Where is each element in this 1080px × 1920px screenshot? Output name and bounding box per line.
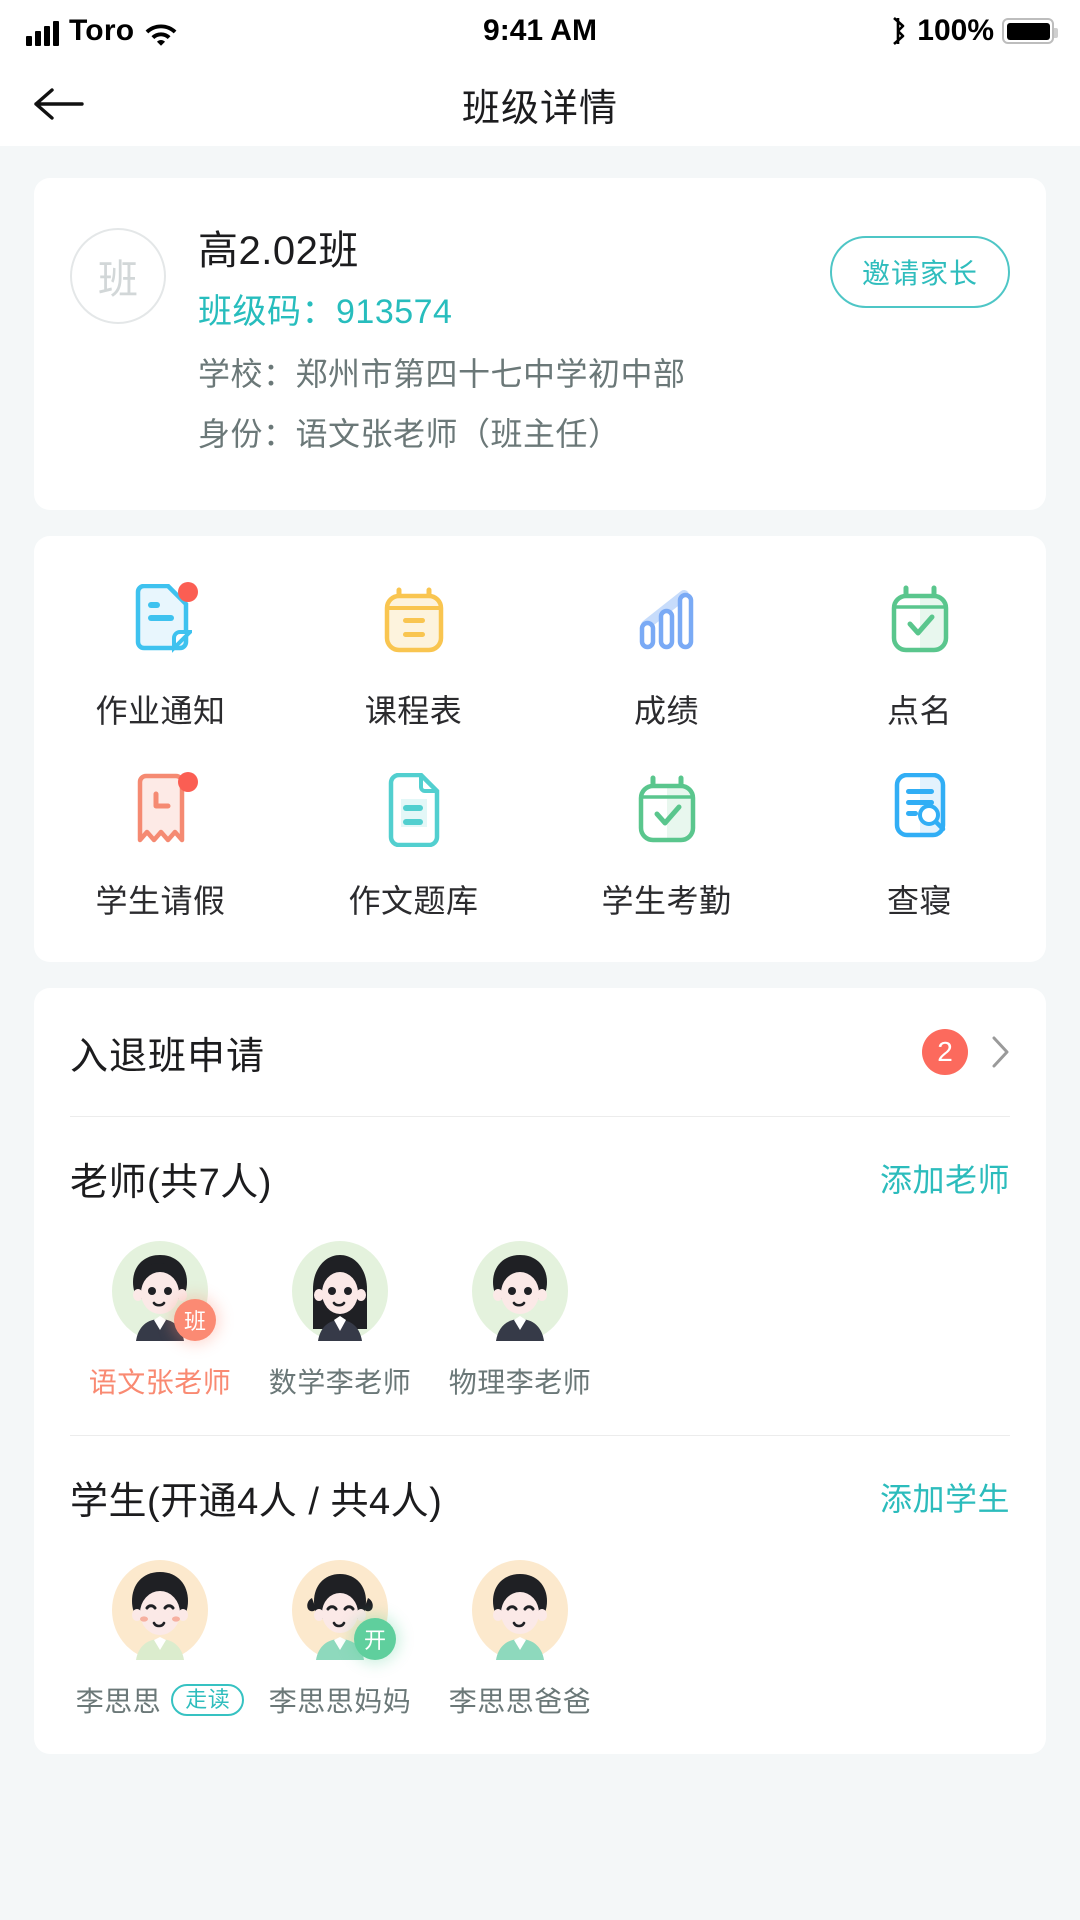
page-title: 班级详情 <box>461 87 618 130</box>
navigation-bar: 班级详情 <box>0 62 1080 146</box>
person-name: 语文张老师 <box>88 1367 232 1398</box>
avatar <box>468 1558 572 1662</box>
class-name: 高2.02班 <box>198 229 359 273</box>
person-name: 李思思 <box>75 1686 162 1717</box>
class-avatar: 班 <box>70 228 166 324</box>
list-item[interactable]: 物理李老师 <box>430 1239 610 1401</box>
feature-label: 作文题库 <box>348 883 479 919</box>
feature-label: 成绩 <box>633 693 699 729</box>
avatar: 开 <box>288 1558 396 1662</box>
feature-item-grades[interactable]: 成绩 <box>540 580 793 732</box>
members-card: 入退班申请 2 老师(共7人) 添加老师 班 语文张老师 数学李老师 物理李老师… <box>34 988 1046 1754</box>
signal-bars-icon <box>26 20 59 46</box>
class-role-value: 语文张老师（班主任） <box>295 416 621 452</box>
class-avatar-label: 班 <box>98 258 138 302</box>
feature-label: 作业通知 <box>95 693 226 729</box>
feature-item-timetable[interactable]: 课程表 <box>287 580 540 732</box>
avatar <box>108 1558 212 1662</box>
person-name: 李思思妈妈 <box>268 1686 412 1717</box>
essay-bank-icon <box>377 770 451 850</box>
feature-item-homework-notice[interactable]: 作业通知 <box>34 580 287 732</box>
status-badge: 2 <box>922 1029 968 1075</box>
dorm-check-icon <box>883 770 957 850</box>
list-item-label: 李思思 走读 <box>76 1680 245 1720</box>
join-leave-application-title: 入退班申请 <box>70 1035 266 1078</box>
chevron-right-icon <box>990 1035 1010 1069</box>
students-section-title: 学生(开通4人 / 共4人) <box>70 1480 443 1523</box>
class-code-label: 班级码： <box>198 293 336 331</box>
notification-dot <box>177 772 198 792</box>
class-info-text: 高2.02班 班级码：913574 学校：郑州市第四十七中学初中部 身份：语文张… <box>198 222 686 464</box>
feature-label: 查寝 <box>886 883 952 919</box>
list-item[interactable]: 数学李老师 <box>250 1239 430 1401</box>
status-bar-left: Toro <box>26 16 178 46</box>
class-school-row: 学校：郑州市第四十七中学初中部 <box>198 344 686 404</box>
list-item-label: 数学李老师 <box>269 1361 412 1401</box>
list-item-label: 李思思妈妈 <box>269 1680 412 1720</box>
feature-item-attendance[interactable]: 学生考勤 <box>540 770 793 922</box>
status-bar-right: 100% <box>889 14 1058 48</box>
feature-label: 学生考勤 <box>601 883 732 919</box>
class-school-value: 郑州市第四十七中学初中部 <box>295 356 686 392</box>
roll-call-icon <box>883 580 957 660</box>
battery-percent-label: 100% <box>917 14 994 47</box>
students-list: 李思思 走读 开 李思思妈妈 李思思爸爸 <box>70 1558 1010 1754</box>
class-role-label: 身份： <box>198 416 296 452</box>
add-teacher-button[interactable]: 添加老师 <box>880 1155 1010 1201</box>
teachers-list: 班 语文张老师 数学李老师 物理李老师 <box>70 1239 1010 1435</box>
list-item-label: 李思思爸爸 <box>449 1680 592 1720</box>
person-name: 数学李老师 <box>268 1367 412 1398</box>
add-student-button[interactable]: 添加学生 <box>880 1474 1010 1520</box>
app-screen: Toro 9:41 AM 100% 班级详情 班 高2.02班 班级码：9135… <box>0 0 1080 1920</box>
person-name: 物理李老师 <box>448 1367 592 1398</box>
invite-parents-button[interactable]: 邀请家长 <box>829 236 1010 308</box>
feature-label: 点名 <box>886 693 952 729</box>
feature-item-roll-call[interactable]: 点名 <box>793 580 1046 732</box>
list-item[interactable]: 李思思爸爸 <box>430 1558 610 1720</box>
join-leave-application-row[interactable]: 入退班申请 2 <box>70 988 1010 1116</box>
join-leave-application-right: 2 <box>922 1029 1010 1075</box>
carrier-label: Toro <box>69 14 135 47</box>
avatar: 班 <box>108 1239 216 1343</box>
attendance-icon <box>630 770 704 850</box>
list-item[interactable]: 班 语文张老师 <box>70 1239 250 1401</box>
bluetooth-icon <box>889 16 909 46</box>
list-item[interactable]: 李思思 走读 <box>70 1558 250 1720</box>
activated-badge: 开 <box>354 1618 396 1660</box>
teachers-section-title: 老师(共7人) <box>70 1161 272 1204</box>
feature-item-student-leave[interactable]: 学生请假 <box>34 770 287 922</box>
feature-label: 课程表 <box>364 693 463 729</box>
avatar <box>288 1239 392 1343</box>
status-bar: Toro 9:41 AM 100% <box>0 0 1080 62</box>
wifi-icon <box>144 20 178 46</box>
teachers-section-header: 老师(共7人) 添加老师 <box>70 1117 1010 1239</box>
class-info-card: 班 高2.02班 班级码：913574 学校：郑州市第四十七中学初中部 身份：语… <box>34 178 1046 510</box>
students-section-header: 学生(开通4人 / 共4人) 添加学生 <box>70 1436 1010 1558</box>
feature-grid: 作业通知 课程表 成绩 点名 学生请假 作文题库 学生考勤 查寝 <box>34 580 1046 926</box>
avatar <box>468 1239 572 1343</box>
battery-full-icon <box>1002 18 1058 44</box>
list-item-label: 物理李老师 <box>449 1361 592 1401</box>
grades-bars-icon <box>630 580 704 660</box>
notification-dot <box>177 582 198 602</box>
class-code-value: 913574 <box>336 293 453 331</box>
student-leave-icon <box>124 770 198 850</box>
class-code-row: 班级码：913574 <box>198 280 686 344</box>
class-role-row: 身份：语文张老师（班主任） <box>198 404 686 464</box>
class-school-label: 学校： <box>198 356 296 392</box>
person-name: 李思思爸爸 <box>448 1686 592 1717</box>
feature-item-dorm-check[interactable]: 查寝 <box>793 770 1046 922</box>
list-item-label: 语文张老师 <box>89 1361 232 1401</box>
status-badge: 走读 <box>171 1684 245 1716</box>
feature-label: 学生请假 <box>95 883 226 919</box>
timetable-icon <box>377 580 451 660</box>
list-item[interactable]: 开 李思思妈妈 <box>250 1558 430 1720</box>
head-teacher-badge: 班 <box>174 1299 216 1341</box>
feature-item-essay-bank[interactable]: 作文题库 <box>287 770 540 922</box>
homework-notice-icon <box>124 580 198 660</box>
feature-grid-card: 作业通知 课程表 成绩 点名 学生请假 作文题库 学生考勤 查寝 <box>34 536 1046 962</box>
